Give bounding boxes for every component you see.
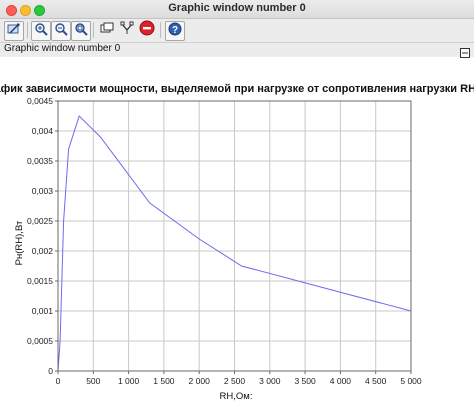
undock-icon[interactable] (460, 45, 470, 58)
x-tick-label: 0 (56, 376, 61, 386)
chart-area: 0 500 1 000 1 500 2 000 2 500 3 000 3 500 4 000 4… (0, 58, 474, 413)
zoom-fit-button[interactable] (71, 21, 91, 41)
x-tick-label: 1 000 (118, 376, 140, 386)
x-tick-label: 1 500 (153, 376, 175, 386)
y-axis-label: Pн(RH),Вт (14, 220, 25, 265)
help-button[interactable]: ? (165, 21, 185, 41)
x-tick-label: 5 000 (400, 376, 422, 386)
y-tick-label: 0,002 (32, 246, 54, 256)
x-tick-label: 3 000 (259, 376, 281, 386)
figure-panel-title: Graphic window number 0 (4, 43, 121, 54)
y-tick-label: 0,001 (32, 306, 54, 316)
y-tick-label: 0,0005 (27, 336, 53, 346)
toolbar-separator (160, 22, 161, 38)
zoom-in-button[interactable] (31, 21, 51, 41)
x-tick-label: 2 500 (224, 376, 246, 386)
zoom-fit-icon (74, 22, 88, 41)
toolbar-separator (27, 22, 28, 38)
y-tick-label: 0,0035 (27, 156, 53, 166)
figure-panel-bar: Graphic window number 0 (0, 43, 474, 58)
window-title: Graphic window number 0 (168, 2, 306, 14)
y-tick-label: 0,0015 (27, 276, 53, 286)
y-tick-label: 0 (48, 366, 53, 376)
y-tick-label: 0,003 (32, 186, 54, 196)
x-tick-label: 4 000 (330, 376, 352, 386)
line-chart: 0 500 1 000 1 500 2 000 2 500 3 000 3 500 4 000 4… (0, 83, 474, 402)
x-tick-label: 3 500 (294, 376, 316, 386)
title-bar: Graphic window number 0 (0, 0, 474, 19)
stop-icon (139, 20, 155, 41)
zoom-in-icon (34, 22, 48, 41)
datatip-icon (120, 21, 134, 40)
toolbar-separator (93, 22, 94, 38)
x-tick-label: 4 500 (365, 376, 387, 386)
stop-button[interactable] (138, 20, 156, 41)
windows-button[interactable] (98, 21, 116, 39)
rotate-button[interactable] (4, 21, 24, 41)
help-icon: ? (168, 22, 182, 41)
toolbar: ? (0, 19, 474, 43)
rotate-icon (7, 22, 21, 41)
x-tick-label: 2 000 (189, 376, 211, 386)
zoom-out-icon (54, 22, 68, 41)
x-tick-label: 500 (86, 376, 100, 386)
windows-icon (100, 21, 114, 40)
svg-text:?: ? (172, 25, 178, 36)
y-tick-label: 0,0045 (27, 96, 53, 106)
x-axis-label: RH,Ом: (220, 391, 253, 402)
y-tick-label: 0,004 (32, 126, 54, 136)
zoom-out-button[interactable] (51, 21, 71, 41)
datatip-button[interactable] (118, 21, 136, 39)
chart-title: График зависимости мощности, выделяемой … (0, 83, 474, 95)
y-tick-label: 0,0025 (27, 216, 53, 226)
